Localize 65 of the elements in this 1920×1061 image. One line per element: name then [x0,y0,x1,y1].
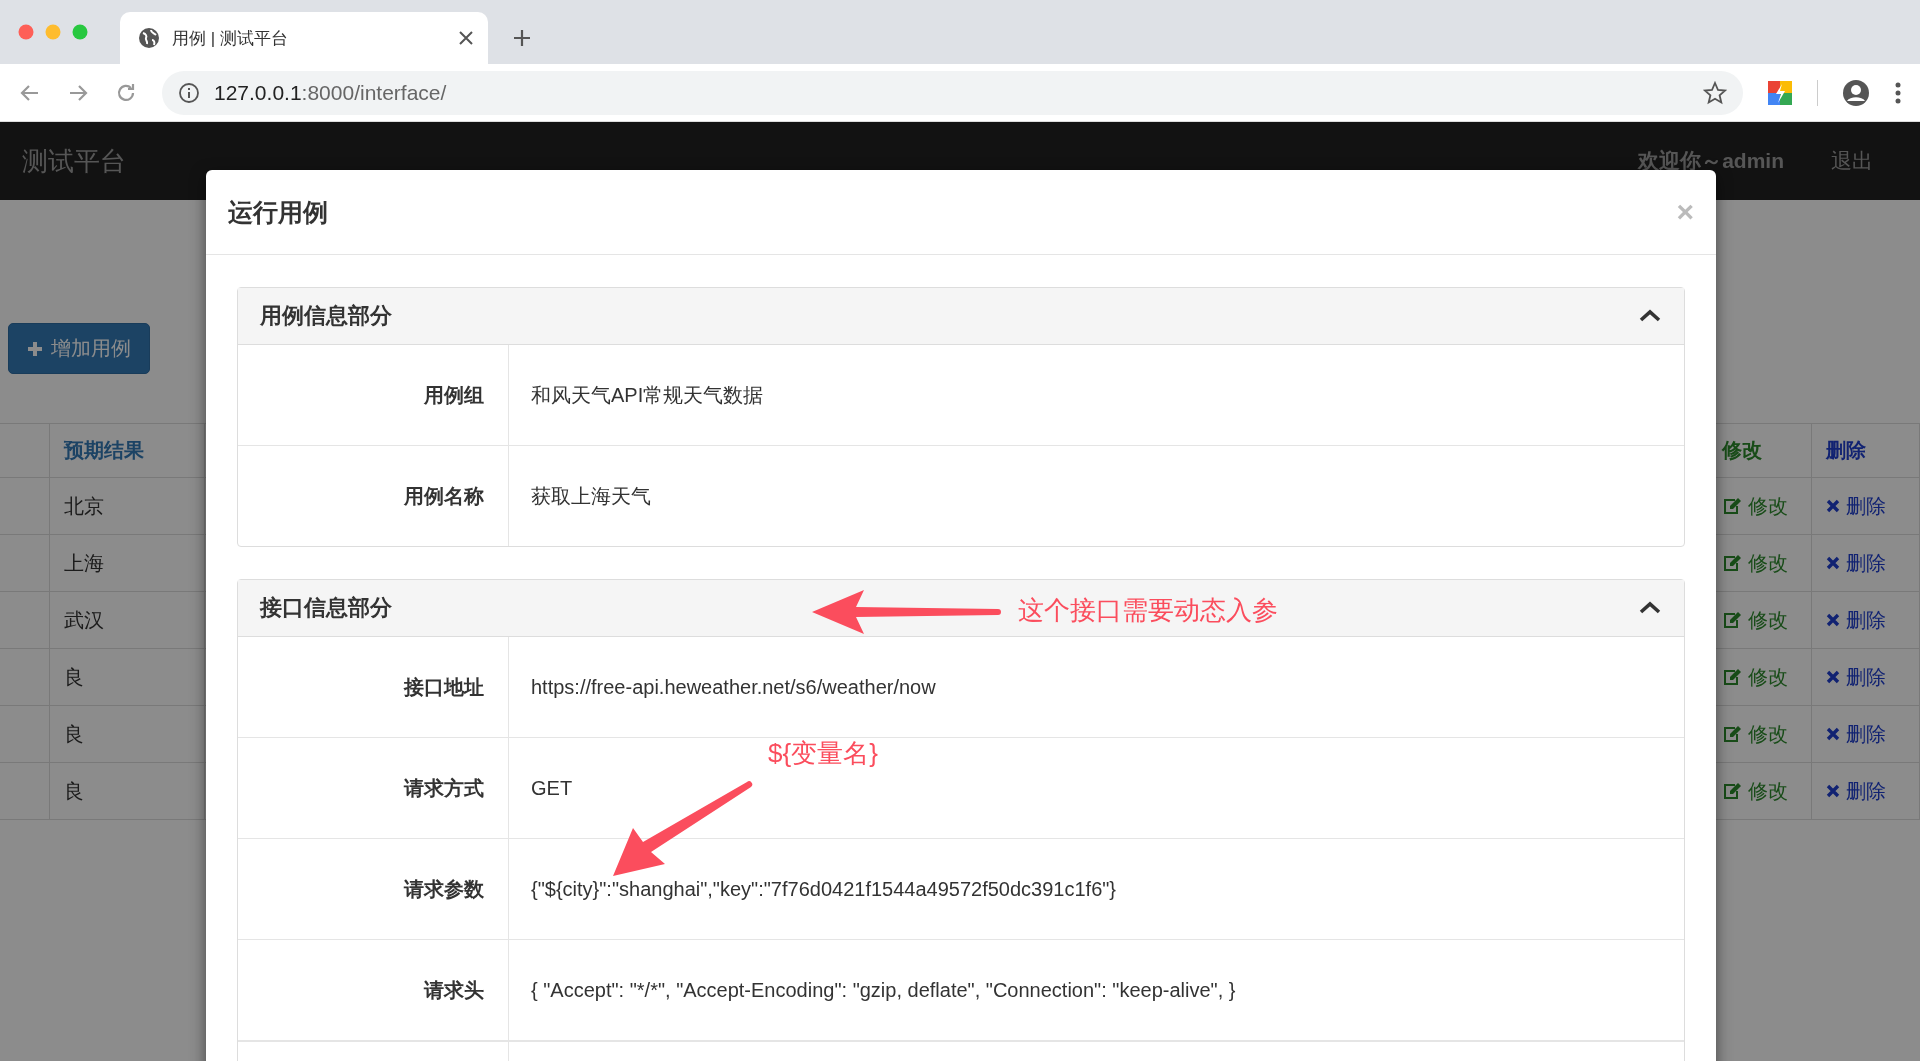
panel-title: 接口信息部分 [260,594,392,622]
delete-link[interactable]: 删除 [1812,592,1920,649]
edit-icon [1722,668,1742,686]
annotation-text: ${变量名} [768,737,878,770]
edit-link[interactable]: 修改 [1720,535,1812,592]
field-value: https://free-api.heweather.net/s6/weather/now [531,675,936,699]
edit-link[interactable]: 修改 [1720,763,1812,820]
new-tab-icon[interactable] [512,28,532,48]
edit-link[interactable]: 修改 [1720,592,1812,649]
column-header: 修改 [1720,424,1812,478]
address-bar[interactable]: 127.0.0.1:8000/interface/ [162,71,1743,115]
edit-link[interactable]: 修改 [1720,706,1812,763]
edit-icon [1722,554,1742,572]
field-label: 请求参数 [404,876,484,902]
menu-icon[interactable] [1894,81,1902,105]
table-cell: 良 [50,763,205,820]
delete-icon [1826,556,1840,570]
field-label: 请求方式 [404,775,484,801]
field-value: 获取上海天气 [531,483,651,509]
column-header: 预期结果 [50,424,205,478]
edit-icon [1722,611,1742,629]
edit-icon [1722,782,1742,800]
field-label: 用例名称 [404,483,484,509]
delete-icon [1826,499,1840,513]
table-cell: 武汉 [50,592,205,649]
close-button[interactable]: × [1676,197,1694,227]
delete-icon [1826,727,1840,741]
table-cell: 北京 [50,478,205,535]
annotation-text: 这个接口需要动态入参 [1018,594,1278,627]
brand-title[interactable]: 测试平台 [22,143,126,179]
column-header: 删除 [1812,424,1920,478]
delete-icon [1826,670,1840,684]
table-cell: 良 [50,649,205,706]
panel-title: 用例信息部分 [260,302,392,330]
globe-icon [138,27,160,49]
edit-icon [1722,497,1742,515]
field-value: 和风天气API常规天气数据 [531,382,764,408]
field-value: {"${city}":"shanghai","key":"7f76d0421f1544a49572f50dc391c1f6"} [531,877,1117,901]
extension-icon[interactable] [1767,80,1793,106]
field-label: 用例组 [424,382,484,408]
delete-link[interactable]: 删除 [1812,706,1920,763]
delete-link[interactable]: 删除 [1812,478,1920,535]
logout-link[interactable]: 退出 [1831,147,1873,175]
add-case-button[interactable]: 增加用例 [8,323,150,374]
account-icon[interactable] [1842,79,1870,107]
delete-link[interactable]: 删除 [1812,535,1920,592]
table-cell: 上海 [50,535,205,592]
table-cell: 良 [50,706,205,763]
delete-icon [1826,613,1840,627]
delete-link[interactable]: 删除 [1812,763,1920,820]
delete-link[interactable]: 删除 [1812,649,1920,706]
delete-icon [1826,784,1840,798]
edit-link[interactable]: 修改 [1720,478,1812,535]
field-label: 接口地址 [404,674,484,700]
close-tab-icon[interactable] [458,30,474,46]
plus-icon [27,340,43,357]
field-value: { "Accept": "*/*", "Accept-Encoding": "gzip, deflate", "Connection": "keep-alive", } [531,978,1236,1002]
info-icon[interactable] [178,82,200,104]
edit-link[interactable]: 修改 [1720,649,1812,706]
edit-icon [1722,725,1742,743]
field-label: 请求头 [424,977,484,1003]
field-value: GET [531,776,573,800]
modal-title: 运行用例 [228,196,329,228]
bookmark-star-icon[interactable] [1703,81,1727,105]
welcome-text: 欢迎你～admin [1638,148,1784,174]
